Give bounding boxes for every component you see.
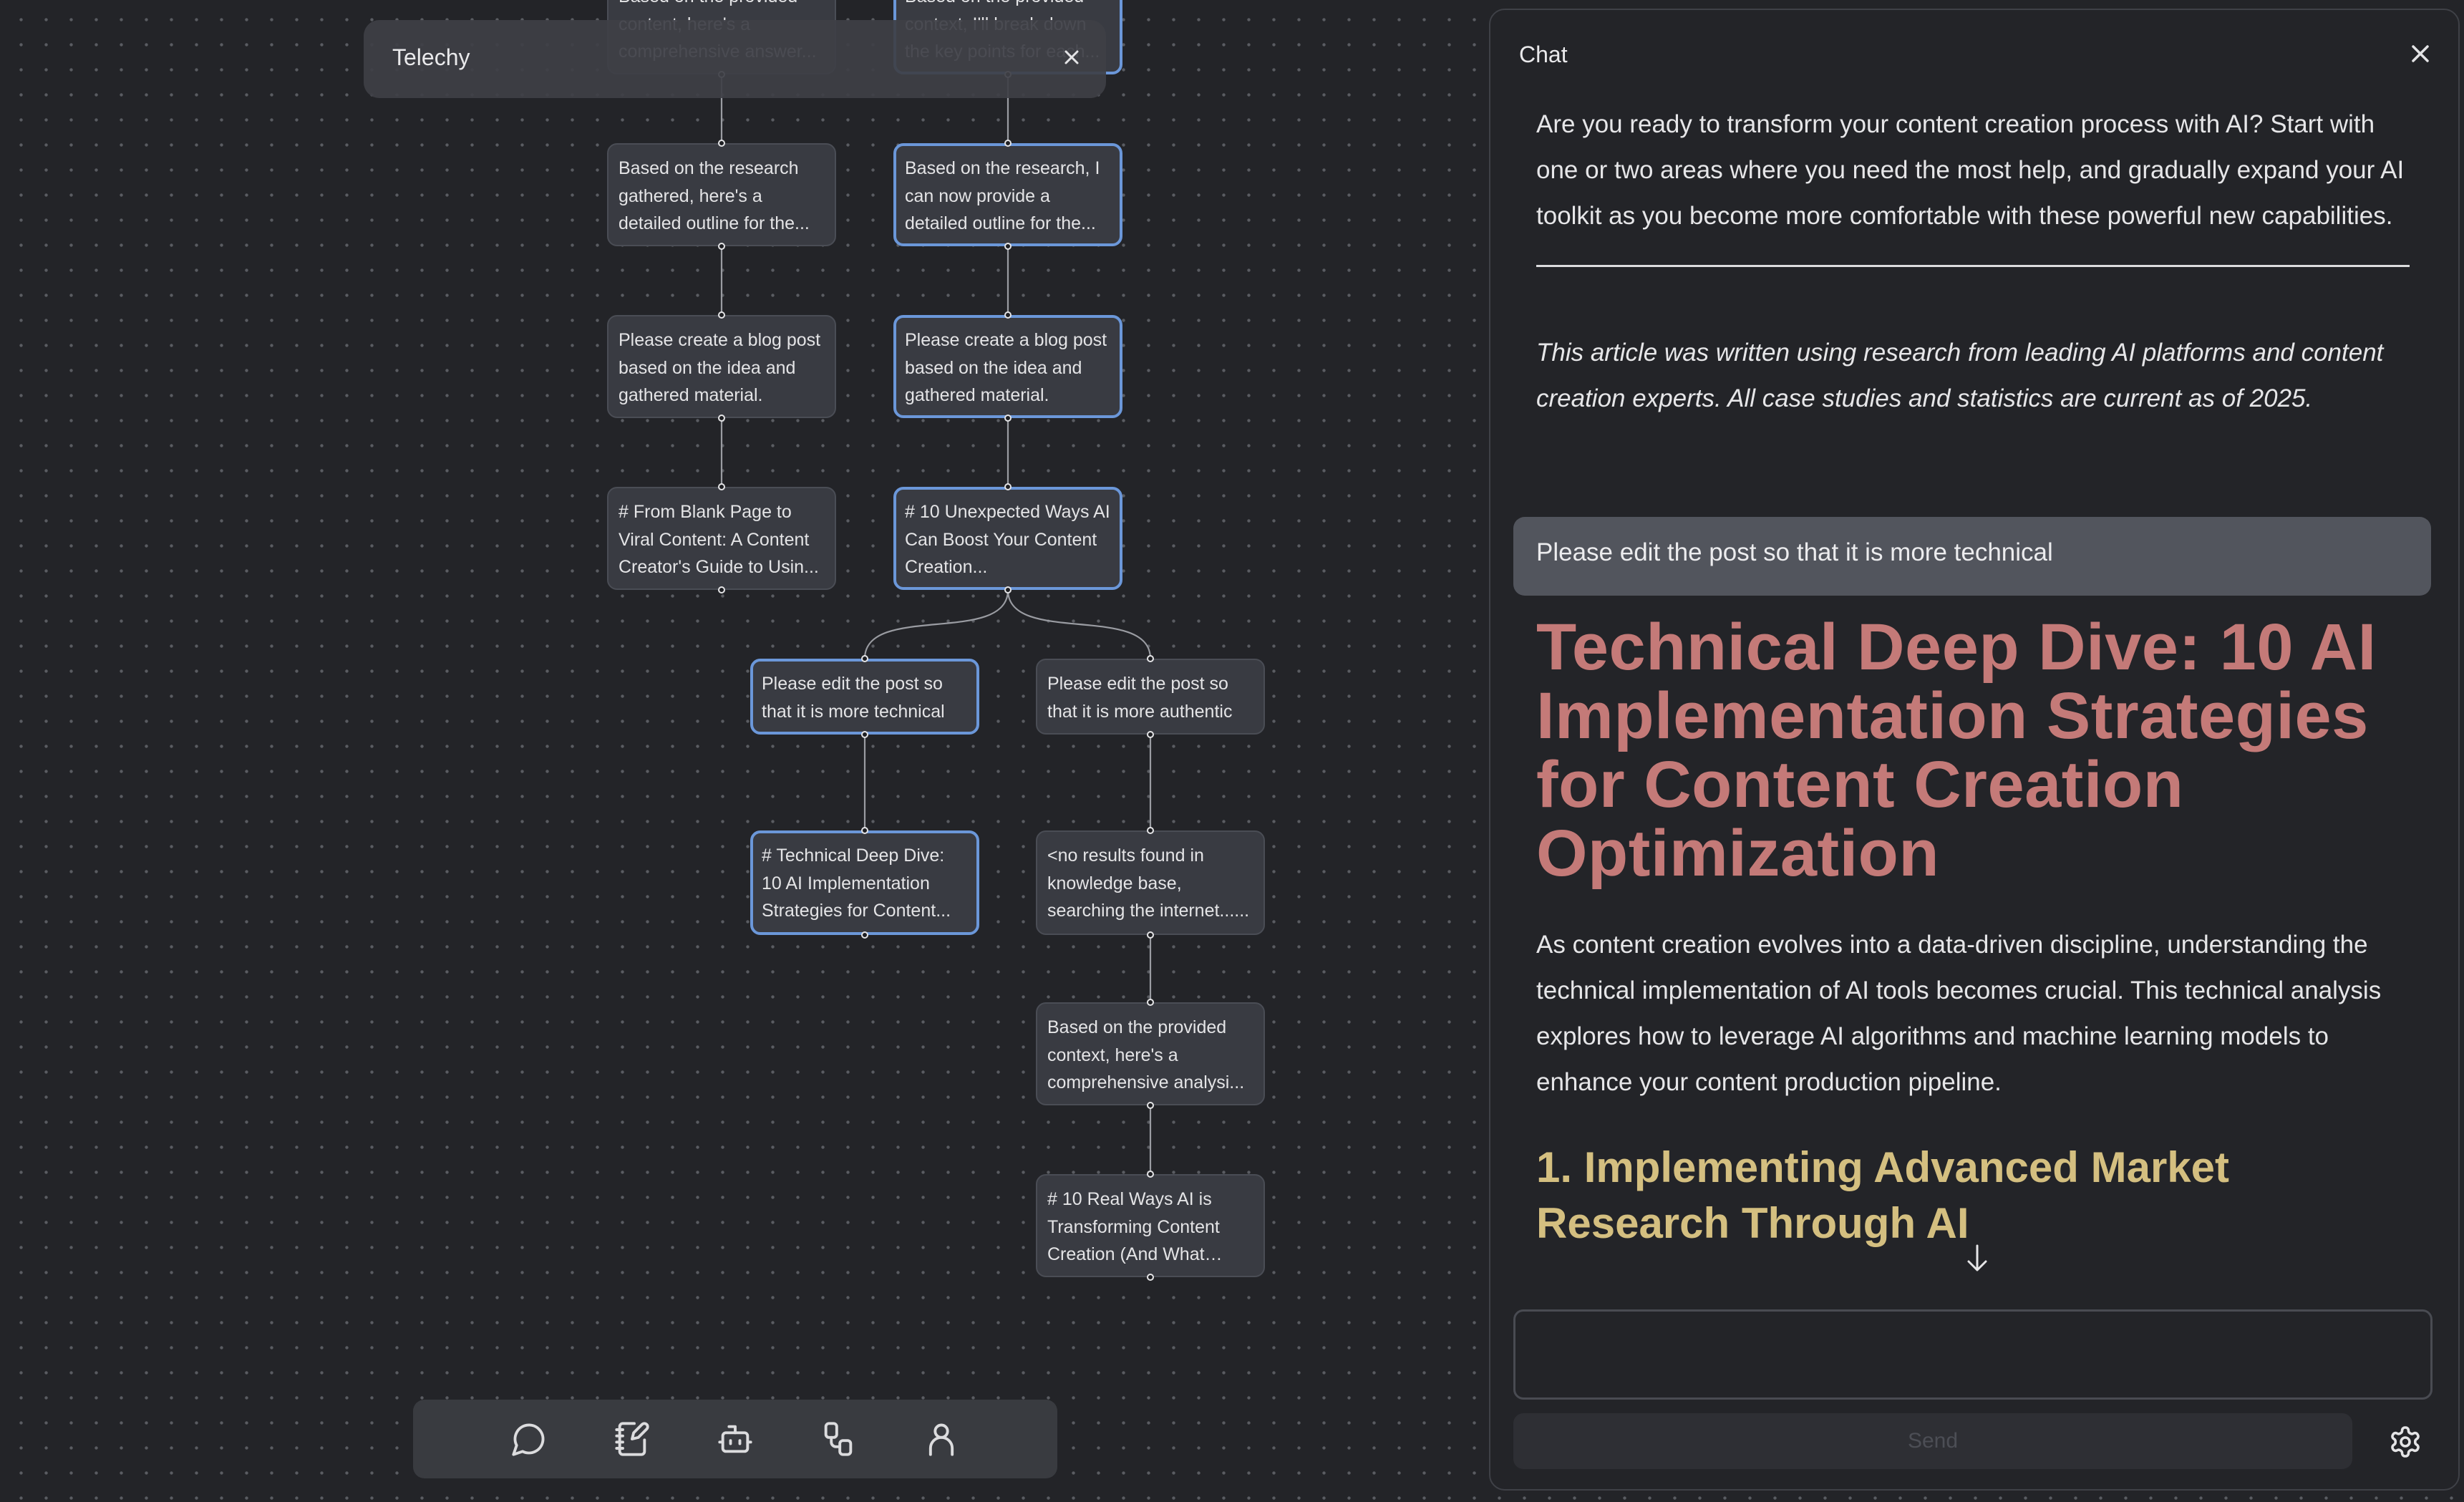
- node-connection-handle[interactable]: [861, 731, 868, 738]
- graph-node-text: Based on the research gathered, here's a…: [619, 158, 810, 233]
- send-button[interactable]: Send: [1513, 1413, 2352, 1469]
- node-connection-handle[interactable]: [1004, 311, 1012, 319]
- node-connection-handle[interactable]: [1147, 1171, 1154, 1178]
- bottom-toolbar: [413, 1400, 1057, 1478]
- graph-node-text: # 10 Unexpected Ways AI Can Boost Your C…: [905, 502, 1110, 577]
- graph-node[interactable]: Based on the research, I can now provide…: [893, 143, 1122, 246]
- notebook-pen-icon: [615, 1422, 649, 1456]
- node-connection-handle[interactable]: [718, 586, 725, 593]
- close-icon[interactable]: [1057, 43, 1086, 72]
- graph-node[interactable]: # Technical Deep Dive: 10 AI Implementat…: [750, 830, 979, 935]
- user-icon: [928, 1423, 954, 1456]
- graph-node-text: <no results found in knowledge base, sea…: [1047, 846, 1250, 921]
- node-connection-handle[interactable]: [718, 311, 725, 319]
- chat-panel: Chat Are you ready to transform your con…: [1489, 9, 2460, 1491]
- graph-node-text: Based on the provided context, here's a …: [1047, 1017, 1245, 1092]
- response-section-heading: 1. Implementing Advanced Market Research…: [1536, 1143, 2230, 1247]
- divider: [1536, 265, 2410, 267]
- node-connection-handle[interactable]: [1004, 243, 1012, 250]
- node-connection-handle[interactable]: [1147, 731, 1154, 738]
- node-connection-handle[interactable]: [1147, 1102, 1154, 1109]
- chat-bubble-icon: [512, 1423, 545, 1456]
- graph-node-text: # Technical Deep Dive: 10 AI Implementat…: [762, 846, 951, 921]
- response-title: Technical Deep Dive: 10 AI Implementatio…: [1536, 611, 2377, 890]
- toolbar-notes-button[interactable]: [606, 1413, 658, 1465]
- toolbar-workflow-button[interactable]: [813, 1413, 864, 1465]
- node-connection-handle[interactable]: [861, 827, 868, 834]
- graph-node[interactable]: Please edit the post so that it is more …: [1036, 659, 1265, 735]
- node-connection-handle[interactable]: [861, 931, 868, 939]
- close-icon[interactable]: [2402, 36, 2438, 72]
- node-connection-handle[interactable]: [1147, 999, 1154, 1006]
- node-connection-handle[interactable]: [1147, 931, 1154, 939]
- assistant-paragraph: Are you ready to transform your content …: [1536, 110, 2405, 230]
- graph-node-text: # From Blank Page to Viral Content: A Co…: [619, 502, 819, 577]
- graph-node[interactable]: Please edit the post so that it is more …: [750, 659, 979, 735]
- graph-edge: [863, 589, 1009, 659]
- node-connection-handle[interactable]: [1147, 1274, 1154, 1281]
- node-connection-handle[interactable]: [1004, 586, 1012, 593]
- node-connection-handle[interactable]: [718, 243, 725, 250]
- node-connection-handle[interactable]: [1147, 655, 1154, 662]
- toolbar-profile-button[interactable]: [916, 1413, 967, 1465]
- graph-node-text: # 10 Real Ways AI is Transforming Conten…: [1047, 1189, 1220, 1264]
- graph-node[interactable]: Please create a blog post based on the i…: [893, 315, 1122, 418]
- response-intro: As content creation evolves into a data-…: [1536, 931, 2382, 1096]
- graph-node-text: Please edit the post so that it is more …: [762, 674, 945, 722]
- workflow-icon: [824, 1422, 853, 1456]
- graph-node[interactable]: # 10 Real Ways AI is Transforming Conten…: [1036, 1174, 1265, 1277]
- node-connection-handle[interactable]: [861, 655, 868, 662]
- window-titlebar: Telechy: [364, 20, 1106, 98]
- node-connection-handle[interactable]: [1147, 827, 1154, 834]
- node-connection-handle[interactable]: [718, 483, 725, 490]
- node-connection-handle[interactable]: [1004, 483, 1012, 490]
- toolbar-chat-button[interactable]: [503, 1413, 555, 1465]
- graph-node-text: Please create a blog post based on the i…: [619, 330, 821, 405]
- gear-icon[interactable]: [2388, 1425, 2422, 1459]
- node-connection-handle[interactable]: [718, 140, 725, 147]
- robot-icon: [718, 1425, 752, 1453]
- toolbar-agent-button[interactable]: [709, 1413, 761, 1465]
- chat-input[interactable]: [1513, 1309, 2433, 1400]
- graph-node-text: Based on the research, I can now provide…: [905, 158, 1100, 233]
- assistant-footnote: This article was written using research …: [1536, 339, 2384, 412]
- graph-node-text: Please edit the post so that it is more …: [1047, 674, 1233, 722]
- response-body: As content creation evolves into a data-…: [1536, 922, 2431, 1105]
- node-connection-handle[interactable]: [718, 415, 725, 422]
- graph-node-text: Please create a blog post based on the i…: [905, 330, 1107, 405]
- chat-messages[interactable]: Are you ready to transform your content …: [1536, 102, 2417, 422]
- graph-node[interactable]: Based on the research gathered, here's a…: [607, 143, 836, 246]
- user-message: Please edit the post so that it is more …: [1513, 517, 2431, 596]
- window-title: Telechy: [392, 44, 470, 70]
- graph-node[interactable]: # 10 Unexpected Ways AI Can Boost Your C…: [893, 487, 1122, 590]
- graph-edge: [1007, 589, 1152, 659]
- chat-title: Chat: [1519, 42, 1568, 67]
- graph-canvas[interactable]: Based on the provided content, here's a …: [0, 0, 1475, 1502]
- graph-node[interactable]: <no results found in knowledge base, sea…: [1036, 830, 1265, 935]
- graph-node[interactable]: # From Blank Page to Viral Content: A Co…: [607, 487, 836, 590]
- graph-node[interactable]: Please create a blog post based on the i…: [607, 315, 836, 418]
- graph-node[interactable]: Based on the provided context, here's a …: [1036, 1002, 1265, 1105]
- node-connection-handle[interactable]: [1004, 415, 1012, 422]
- scroll-down-arrow-icon[interactable]: [1963, 1243, 1992, 1274]
- node-connection-handle[interactable]: [1004, 140, 1012, 147]
